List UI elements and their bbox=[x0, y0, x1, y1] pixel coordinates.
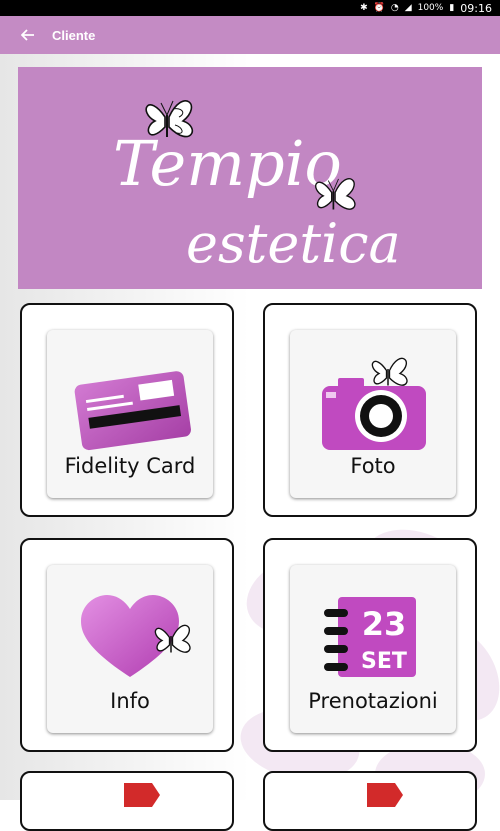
status-bar: ✱ ⏰ ◔ ◢ 100% ▮ 09:16 bbox=[0, 0, 500, 16]
cell-signal-icon: ◢ bbox=[404, 2, 412, 13]
status-time: 09:16 bbox=[460, 1, 492, 15]
menu-tile-fidelity-card[interactable]: Fidelity Card bbox=[20, 303, 234, 517]
menu-tile-info[interactable]: Info bbox=[20, 538, 234, 752]
battery-label: 100% bbox=[417, 2, 444, 13]
menu-tile-partial[interactable] bbox=[20, 771, 234, 831]
tile-card: Fidelity Card bbox=[47, 330, 213, 498]
bluetooth-icon: ✱ bbox=[360, 2, 368, 13]
logo-banner: Tempio estetica bbox=[18, 67, 482, 289]
battery-icon: ▮ bbox=[449, 2, 455, 13]
tile-card: Info bbox=[47, 565, 213, 733]
tile-label: Prenotazioni bbox=[308, 689, 438, 713]
app-title: Cliente bbox=[52, 27, 96, 43]
tempio-estetica-logo: Tempio estetica bbox=[113, 100, 401, 275]
arrow-back-icon bbox=[21, 29, 34, 41]
heart-icon bbox=[81, 595, 191, 677]
tile-label: Foto bbox=[350, 454, 396, 478]
tile-card: Foto bbox=[290, 330, 456, 498]
calendar-icon: 23 SET bbox=[324, 597, 416, 677]
back-button[interactable] bbox=[8, 16, 48, 54]
alarm-icon: ⏰ bbox=[373, 2, 385, 13]
calendar-month: SET bbox=[361, 649, 407, 674]
ribbon-icon bbox=[367, 783, 403, 807]
butterfly-icon bbox=[371, 357, 408, 386]
ribbon-icon bbox=[124, 783, 160, 807]
tile-card: 23 SET Prenotazioni bbox=[290, 565, 456, 733]
camera-icon bbox=[322, 357, 426, 450]
logo-line2: estetica bbox=[186, 212, 401, 275]
logo-line1: Tempio bbox=[113, 127, 342, 200]
wifi-icon: ◔ bbox=[390, 2, 399, 13]
fidelity-card-icon bbox=[74, 371, 191, 451]
app-bar: Cliente bbox=[0, 16, 500, 54]
tile-label: Fidelity Card bbox=[64, 454, 196, 478]
tile-label: Info bbox=[110, 689, 150, 713]
menu-tile-prenotazioni[interactable]: 23 SET Prenotazioni bbox=[263, 538, 477, 752]
menu-tile-partial[interactable] bbox=[263, 771, 477, 831]
menu-tile-foto[interactable]: Foto bbox=[263, 303, 477, 517]
calendar-day: 23 bbox=[362, 605, 407, 643]
